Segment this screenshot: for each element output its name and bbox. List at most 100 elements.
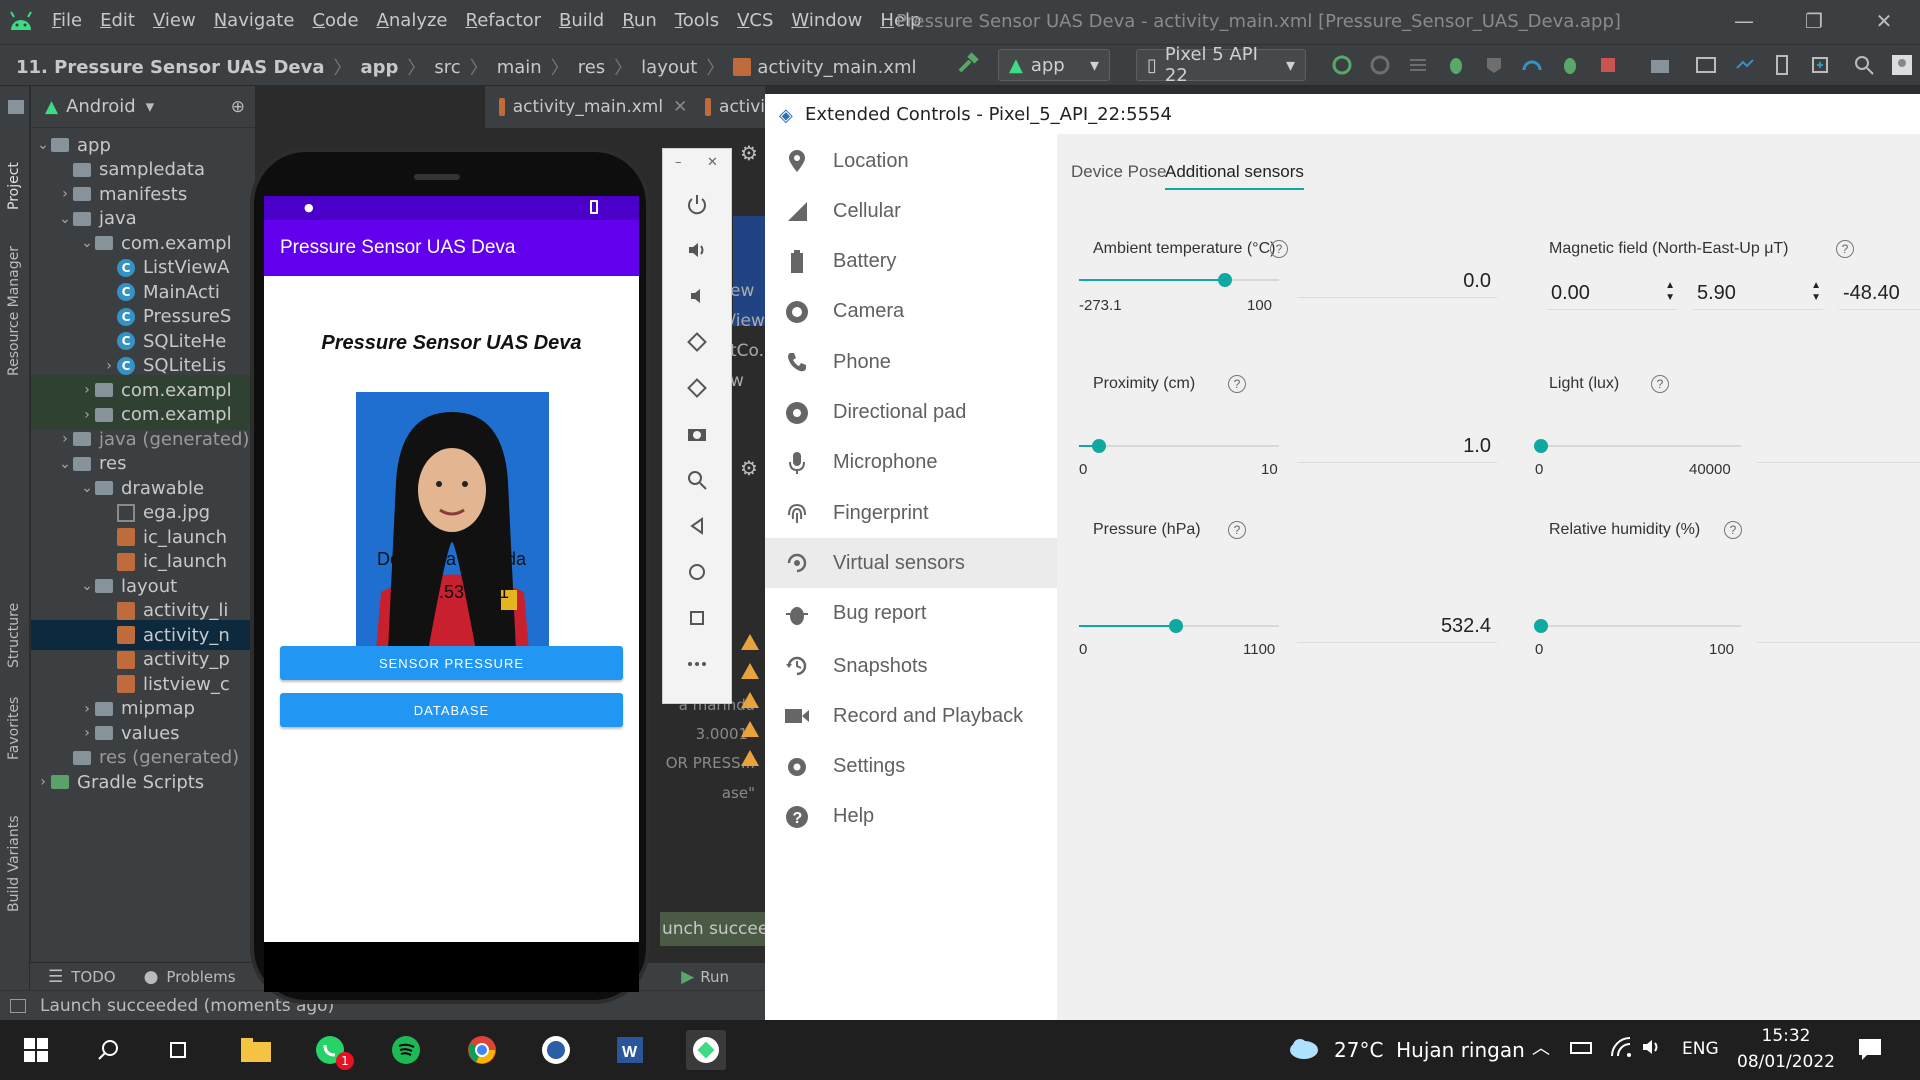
chevron-right-icon[interactable]: ›	[101, 358, 117, 374]
volume-icon[interactable]	[1640, 1036, 1662, 1058]
app-icon[interactable]	[536, 1030, 576, 1070]
warning-icon[interactable]	[740, 662, 760, 680]
menu-navigate[interactable]: Navigate	[214, 10, 295, 31]
menu-file[interactable]: File	[52, 10, 82, 31]
weather-cloud-icon[interactable]	[1288, 1036, 1320, 1062]
chevron-right-icon[interactable]: ›	[35, 774, 51, 790]
windows-start-icon[interactable]	[16, 1030, 56, 1070]
project-structure-icon[interactable]	[1646, 51, 1674, 79]
camera-icon[interactable]	[682, 419, 712, 449]
menu-run[interactable]: Run	[622, 10, 657, 31]
chevron-down-icon[interactable]: ⌄	[35, 137, 51, 153]
apply-code-changes-icon[interactable]	[1366, 51, 1394, 79]
pressure-slider[interactable]	[1079, 619, 1279, 633]
chevron-down-icon[interactable]: ⌄	[79, 235, 95, 251]
help-icon[interactable]: ?	[1228, 521, 1246, 539]
settings-gear-icon[interactable]: ⚙	[740, 141, 758, 165]
help-icon[interactable]: ?	[1836, 240, 1854, 258]
chevron-down-icon[interactable]: ⌄	[57, 456, 73, 472]
slider-thumb[interactable]	[1534, 439, 1548, 453]
sync-gradle-icon[interactable]	[1730, 51, 1758, 79]
emulator-close-button[interactable]: ✕	[707, 155, 718, 170]
breadcrumb-src[interactable]: src	[434, 57, 460, 78]
menu-edit[interactable]: Edit	[100, 10, 135, 31]
breadcrumb-module[interactable]: app	[361, 57, 399, 78]
breadcrumb-res[interactable]: res	[578, 57, 605, 78]
help-icon[interactable]: ?	[1270, 240, 1288, 258]
menu-code[interactable]: Code	[312, 10, 358, 31]
warning-icon[interactable]	[740, 633, 760, 651]
chevron-right-icon[interactable]: ›	[57, 186, 73, 202]
search-icon[interactable]	[88, 1030, 128, 1070]
settings-gear-icon[interactable]: ⚙	[740, 456, 758, 480]
word-icon[interactable]: W	[610, 1030, 650, 1070]
search-icon[interactable]	[1850, 51, 1878, 79]
nav-item-snapshots[interactable]: Snapshots	[765, 641, 1057, 691]
list-icon[interactable]	[1404, 51, 1432, 79]
nav-item-virtual-sensors[interactable]: Virtual sensors	[765, 538, 1057, 589]
sdk-manager-icon[interactable]	[1806, 51, 1834, 79]
chrome-icon[interactable]	[462, 1030, 502, 1070]
volume-up-icon[interactable]	[682, 235, 712, 265]
apply-changes-icon[interactable]	[1328, 51, 1356, 79]
warning-icon[interactable]	[740, 720, 760, 738]
notifications-icon[interactable]	[1858, 1038, 1882, 1060]
chevron-down-icon[interactable]: ▾	[146, 97, 155, 117]
nav-item-bug-report[interactable]: Bug report	[765, 589, 1057, 639]
light-slider[interactable]	[1534, 439, 1741, 453]
chevron-right-icon[interactable]: ›	[57, 431, 73, 447]
weather-text[interactable]: 27°C Hujan ringan	[1334, 1038, 1525, 1062]
menu-build[interactable]: Build	[559, 10, 604, 31]
breadcrumb-main[interactable]: main	[497, 57, 542, 78]
nav-item-camera[interactable]: Camera	[765, 287, 1057, 337]
humidity-value[interactable]	[1757, 609, 1920, 643]
battery-icon[interactable]	[1570, 1042, 1592, 1054]
help-icon[interactable]: ?	[1724, 521, 1742, 539]
editor-tab-activity-main[interactable]: activity_main.xml	[513, 97, 663, 117]
run-tab[interactable]: Run	[700, 968, 729, 986]
rotate-left-icon[interactable]	[682, 327, 712, 357]
project-view-selector[interactable]: Android	[66, 96, 136, 117]
chevron-down-icon[interactable]: ⌄	[79, 578, 95, 594]
menu-view[interactable]: View	[153, 10, 196, 31]
warning-icon[interactable]	[740, 691, 760, 709]
status-toggle-icon[interactable]	[10, 998, 26, 1013]
close-window-button[interactable]: ✕	[1864, 6, 1904, 36]
todo-tab[interactable]: TODO	[71, 968, 115, 986]
overview-icon[interactable]	[682, 603, 712, 633]
file-explorer-icon[interactable]	[236, 1030, 276, 1070]
tab-additional-sensors[interactable]: Additional sensors	[1165, 162, 1304, 190]
chevron-up-icon[interactable]: ︿	[1532, 1034, 1550, 1060]
chevron-right-icon[interactable]: ›	[79, 407, 95, 423]
ambient-temperature-value[interactable]: 0.0	[1297, 264, 1497, 298]
whatsapp-icon[interactable]: 1	[310, 1030, 354, 1070]
spotify-icon[interactable]	[386, 1030, 426, 1070]
warning-icon[interactable]	[740, 749, 760, 767]
ambient-temperature-slider[interactable]	[1079, 273, 1279, 287]
nav-item-battery[interactable]: Battery	[765, 237, 1057, 287]
nav-item-microphone[interactable]: Microphone	[765, 438, 1057, 488]
chevron-right-icon[interactable]: ›	[79, 382, 95, 398]
slider-thumb[interactable]	[1218, 273, 1232, 287]
minimize-button[interactable]: —	[1724, 6, 1764, 36]
help-icon[interactable]: ?	[1651, 375, 1669, 393]
task-view-icon[interactable]	[158, 1030, 198, 1070]
menu-analyze[interactable]: Analyze	[377, 10, 448, 31]
language-indicator[interactable]: ENG	[1682, 1039, 1719, 1059]
build-variants-tab[interactable]: Build Variants	[6, 815, 22, 912]
menu-tools[interactable]: Tools	[675, 10, 719, 31]
magnetic-field-x-input[interactable]: 0.00 ▲ ▼	[1547, 276, 1677, 310]
device-dropdown[interactable]: ▯ Pixel 5 API 22 ▾	[1136, 44, 1306, 86]
rotate-right-icon[interactable]	[682, 373, 712, 403]
nav-item-settings[interactable]: Settings	[765, 742, 1057, 792]
editor-tab-second[interactable]: activi	[719, 97, 765, 117]
humidity-slider[interactable]	[1534, 619, 1741, 633]
more-icon[interactable]	[682, 649, 712, 679]
account-icon[interactable]	[1888, 51, 1916, 79]
spinner-arrows-icon[interactable]: ▲ ▼	[1665, 280, 1675, 304]
nav-item-location[interactable]: Location	[765, 136, 1057, 186]
power-icon[interactable]	[682, 189, 712, 219]
project-tab[interactable]: Project	[6, 162, 22, 210]
pressure-value[interactable]: 532.4	[1297, 609, 1497, 643]
slider-thumb[interactable]	[1168, 619, 1183, 633]
